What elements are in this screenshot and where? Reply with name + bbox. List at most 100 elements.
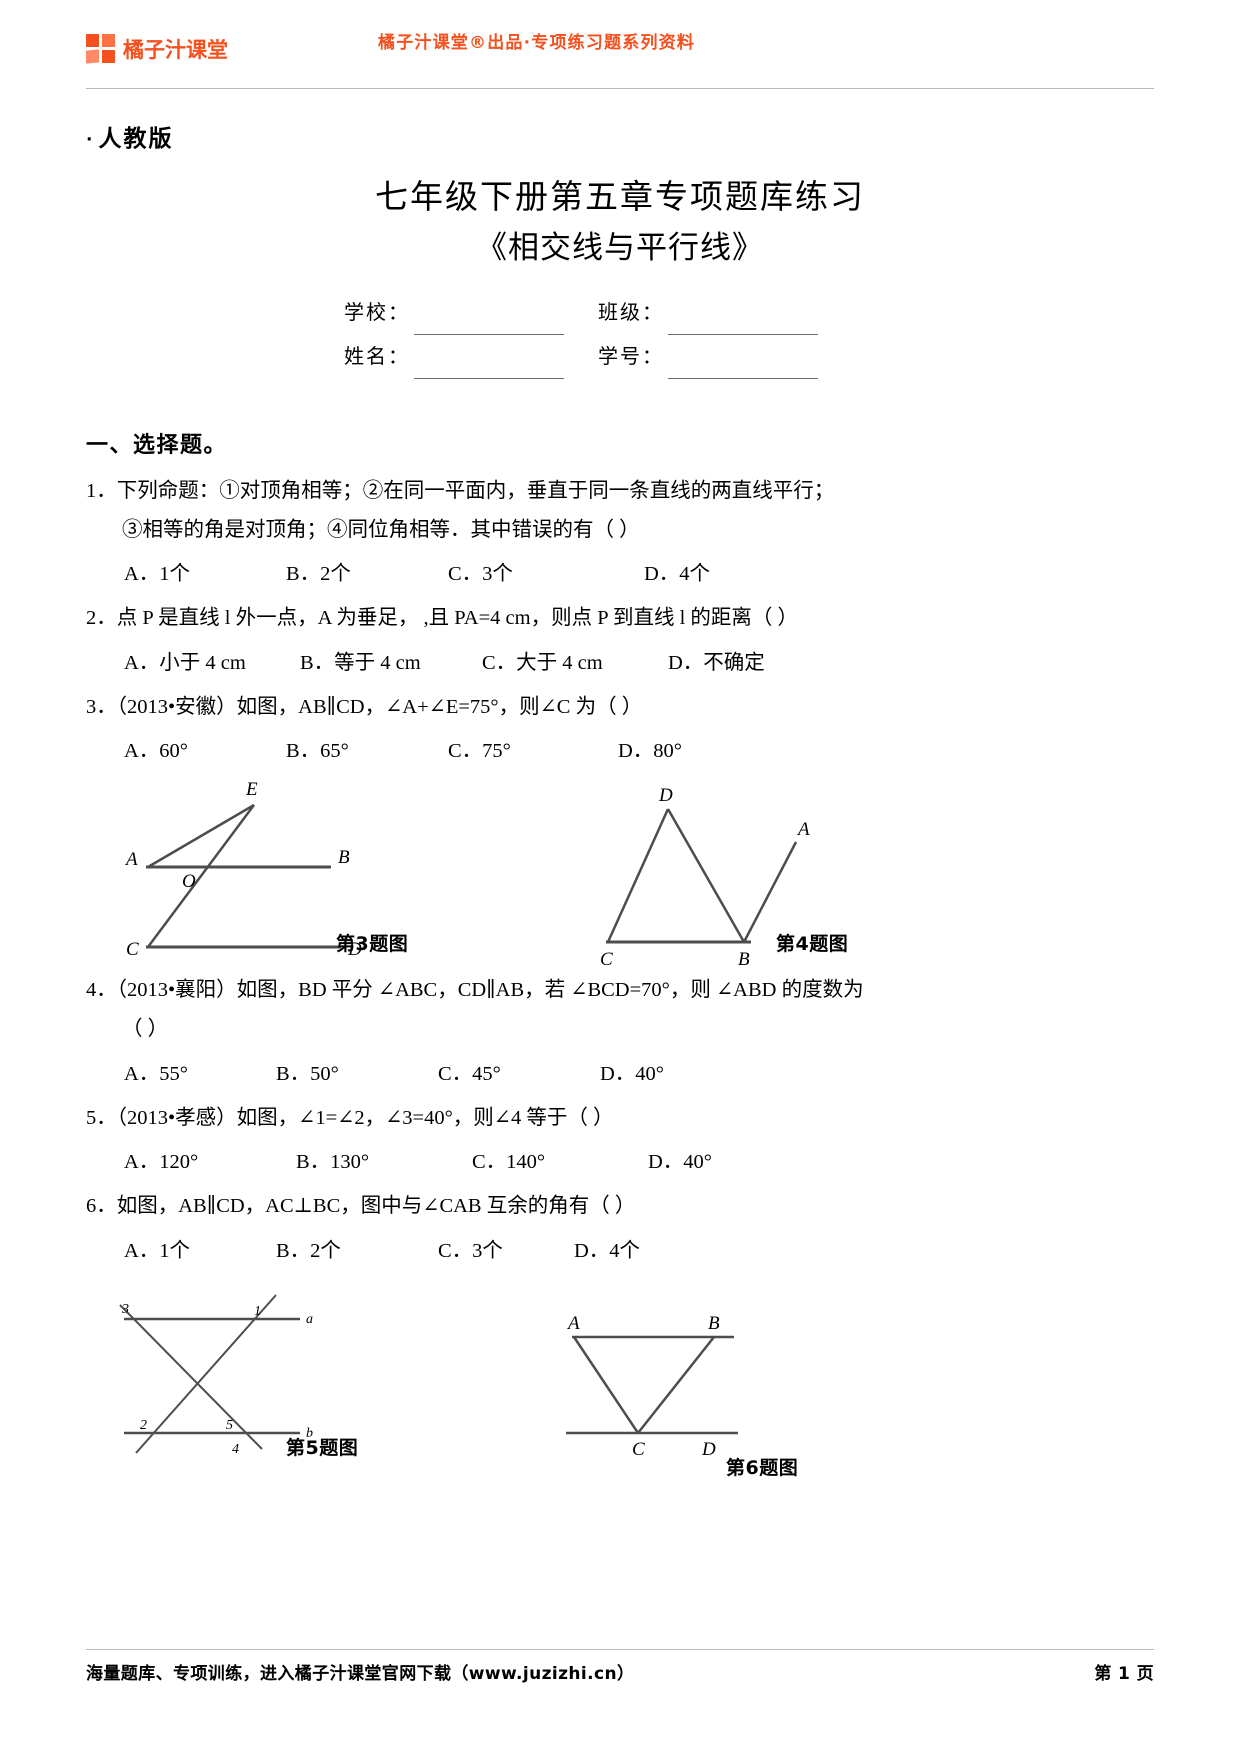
question-4-option-a[interactable]: A．55° bbox=[124, 1056, 276, 1086]
figure-question-5: 3 1 a 2 5 b 4 bbox=[119, 1293, 313, 1457]
figure-4-label-A: A bbox=[796, 819, 810, 840]
info-row-2: 姓名： 学号： bbox=[344, 335, 1154, 379]
question-5-options: A．120° B．130° C．140° D．40° bbox=[86, 1144, 1154, 1174]
question-1-line-2: ③相等的角是对顶角；④同位角相等．其中错误的有（ ） bbox=[122, 519, 640, 542]
brand-name: 橘子汁课堂 bbox=[123, 38, 228, 62]
question-5-option-d[interactable]: D．40° bbox=[648, 1144, 712, 1174]
footer-note: 海量题库、专项训练，进入橘子汁课堂官网下载（www.juzizhi.cn） bbox=[86, 1664, 635, 1684]
question-6-option-c[interactable]: C．3个 bbox=[438, 1233, 574, 1263]
question-1-option-d[interactable]: D．4个 bbox=[644, 556, 710, 586]
figure-3-label-C: C bbox=[126, 939, 139, 960]
question-4-option-b[interactable]: B．50° bbox=[276, 1056, 438, 1086]
footer-divider bbox=[86, 1649, 1154, 1650]
figure-3-label-B: B bbox=[338, 847, 350, 868]
student-info-block: 学校： 班级： 姓名： 学号： bbox=[86, 291, 1154, 379]
question-6-options: A．1个 B．2个 C．3个 D．4个 bbox=[86, 1233, 1154, 1263]
figure-5-label-1: 1 bbox=[254, 1304, 261, 1319]
figure-row-1: E A B O C D 第3题图 D A C B 第4题图 bbox=[86, 777, 1154, 970]
question-5-line-1: 5．（2013•孝感）如图，∠1=∠2，∠3=40°，则∠4 等于（ ） bbox=[86, 1099, 1154, 1138]
figure-4-label-D: D bbox=[658, 785, 673, 806]
page-footer: 海量题库、专项训练，进入橘子汁课堂官网下载（www.juzizhi.cn） 第 … bbox=[86, 1649, 1154, 1684]
page-number: 第 1 页 bbox=[1094, 1664, 1154, 1684]
figure-5-label-4: 4 bbox=[232, 1442, 239, 1457]
figure-6-label-C: C bbox=[632, 1439, 645, 1460]
page-subtitle: 《相交线与平行线》 bbox=[476, 229, 764, 265]
question-3-options: A．60° B．65° C．75° D．80° bbox=[86, 733, 1154, 763]
student-id-input-line[interactable] bbox=[668, 358, 818, 379]
question-4: 4．（2013•襄阳）如图，BD 平分 ∠ABC，CD∥AB，若 ∠BCD=70… bbox=[86, 971, 1154, 1050]
question-2-options: A．小于 4 cm B．等于 4 cm C．大于 4 cm D．不确定 bbox=[86, 645, 1154, 675]
question-3: 3．（2013•安徽）如图，AB∥CD，∠A+∠E=75°，则∠C 为（ ） bbox=[86, 688, 1154, 727]
question-2-option-b[interactable]: B．等于 4 cm bbox=[300, 645, 482, 675]
question-5-option-c[interactable]: C．140° bbox=[472, 1144, 648, 1174]
header-tagline: 橘子汁课堂®出品·专项练习题系列资料 bbox=[378, 33, 696, 53]
page-title: 七年级下册第五章专项题库练习 bbox=[375, 180, 865, 216]
figure-question-4: D A C B bbox=[600, 785, 810, 970]
question-3-option-b[interactable]: B．65° bbox=[286, 733, 448, 763]
question-1-options: A．1个 B．2个 C．3个 D．4个 bbox=[86, 556, 1154, 586]
figure-5-caption: 第5题图 bbox=[286, 1436, 359, 1459]
question-4-option-c[interactable]: C．45° bbox=[438, 1056, 600, 1086]
question-2-text: 点 P 是直线 l 外一点，A 为垂足， ,且 PA=4 cm，则点 P 到直线… bbox=[116, 607, 799, 630]
question-4-text: （2013•襄阳）如图，BD 平分 ∠ABC，CD∥AB，若 ∠BCD=70°，… bbox=[116, 979, 864, 1002]
class-input-line[interactable] bbox=[668, 314, 818, 335]
question-3-option-c[interactable]: C．75° bbox=[448, 733, 618, 763]
figure-row-2: 3 1 a 2 5 b 4 第5题图 A B C D 第6题图 bbox=[86, 1273, 1154, 1483]
figure-5-label-2: 2 bbox=[140, 1418, 147, 1433]
bullet-icon: · bbox=[86, 129, 95, 150]
question-6-line-1: 6．如图，AB∥CD，AC⊥BC，图中与∠CAB 互余的角有（ ） bbox=[86, 1187, 1154, 1226]
question-3-line-1: 3．（2013•安徽）如图，AB∥CD，∠A+∠E=75°，则∠C 为（ ） bbox=[86, 688, 1154, 727]
header-divider bbox=[86, 88, 1154, 89]
question-6-option-b[interactable]: B．2个 bbox=[276, 1233, 438, 1263]
question-1-option-b[interactable]: B．2个 bbox=[286, 556, 448, 586]
question-5-option-a[interactable]: A．120° bbox=[124, 1144, 296, 1174]
figure-5-label-a: a bbox=[306, 1312, 313, 1327]
question-1: 1．下列命题：①对顶角相等；②在同一平面内，垂直于同一条直线的两直线平行； ③相… bbox=[86, 472, 1154, 551]
question-2-line-1: 2．点 P 是直线 l 外一点，A 为垂足， ,且 PA=4 cm，则点 P 到… bbox=[86, 599, 1154, 638]
student-id-label: 学号： bbox=[598, 345, 664, 368]
school-input-line[interactable] bbox=[414, 314, 564, 335]
figure-3-label-E: E bbox=[245, 779, 258, 800]
school-field: 学校： bbox=[344, 291, 564, 335]
question-2-option-a[interactable]: A．小于 4 cm bbox=[124, 645, 300, 675]
question-1-number: 1． bbox=[86, 479, 117, 502]
question-3-option-a[interactable]: A．60° bbox=[124, 733, 286, 763]
figure-5-label-3: 3 bbox=[121, 1302, 129, 1317]
question-6-option-a[interactable]: A．1个 bbox=[124, 1233, 276, 1263]
question-2-option-d[interactable]: D．不确定 bbox=[668, 645, 765, 675]
question-3-option-d[interactable]: D．80° bbox=[618, 733, 682, 763]
edition-text: 人教版 bbox=[98, 126, 174, 152]
name-input-line[interactable] bbox=[414, 358, 564, 379]
question-1-option-c[interactable]: C．3个 bbox=[448, 556, 644, 586]
figure-6-caption: 第6题图 bbox=[726, 1456, 799, 1479]
question-2-option-c[interactable]: C．大于 4 cm bbox=[482, 645, 668, 675]
figure-question-6: A B C D bbox=[566, 1313, 738, 1460]
section-heading: 一、选择题。 bbox=[86, 432, 228, 458]
question-4-options: A．55° B．50° C．45° D．40° bbox=[86, 1056, 1154, 1086]
question-4-line-1: 4．（2013•襄阳）如图，BD 平分 ∠ABC，CD∥AB，若 ∠BCD=70… bbox=[86, 971, 1154, 1010]
question-5-option-b[interactable]: B．130° bbox=[296, 1144, 472, 1174]
question-2-number: 2． bbox=[86, 607, 117, 630]
question-6-option-d[interactable]: D．4个 bbox=[574, 1233, 640, 1263]
question-3-number: 3． bbox=[86, 695, 117, 718]
question-4-option-d[interactable]: D．40° bbox=[600, 1056, 664, 1086]
class-label: 班级： bbox=[598, 301, 664, 324]
figure-4-caption: 第4题图 bbox=[776, 933, 849, 956]
name-field: 姓名： bbox=[344, 335, 564, 379]
edition-label: · 人教版 bbox=[86, 119, 1154, 153]
question-5-text: （2013•孝感）如图，∠1=∠2，∠3=40°，则∠4 等于（ ） bbox=[116, 1106, 614, 1129]
question-1-option-a[interactable]: A．1个 bbox=[124, 556, 286, 586]
question-5-number: 5． bbox=[86, 1106, 117, 1129]
question-1-line-1: 1．下列命题：①对顶角相等；②在同一平面内，垂直于同一条直线的两直线平行； bbox=[86, 472, 1154, 511]
question-6: 6．如图，AB∥CD，AC⊥BC，图中与∠CAB 互余的角有（ ） bbox=[86, 1187, 1154, 1226]
figure-6-label-B: B bbox=[708, 1313, 720, 1334]
question-4-line-2: （ ） bbox=[122, 1018, 169, 1041]
info-row-1: 学校： 班级： bbox=[344, 291, 1154, 335]
page-header: 橘子汁课堂 橘子汁课堂®出品·专项练习题系列资料 bbox=[86, 0, 1154, 80]
figure-3-label-O: O bbox=[182, 871, 196, 892]
figure-5-label-5: 5 bbox=[226, 1418, 233, 1433]
question-5: 5．（2013•孝感）如图，∠1=∠2，∠3=40°，则∠4 等于（ ） bbox=[86, 1099, 1154, 1138]
figure-4-label-C: C bbox=[600, 949, 613, 970]
worksheet-page: 橘子汁课堂 橘子汁课堂®出品·专项练习题系列资料 · 人教版 七年级下册第五章专项… bbox=[0, 0, 1240, 1754]
question-4-number: 4． bbox=[86, 979, 117, 1002]
